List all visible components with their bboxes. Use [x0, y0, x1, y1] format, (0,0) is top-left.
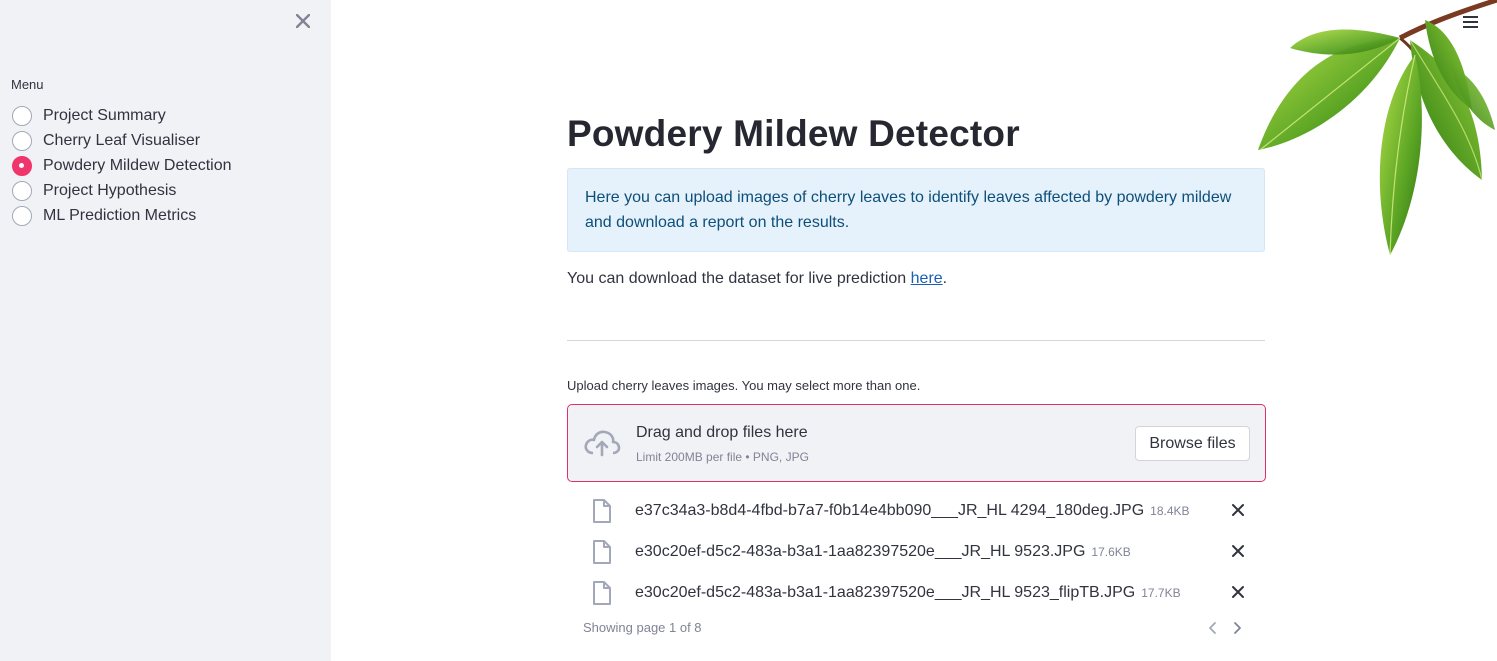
- file-row: e30c20ef-d5c2-483a-b3a1-1aa82397520e___J…: [567, 531, 1266, 572]
- menu-option-label: Powdery Mildew Detection: [43, 156, 232, 174]
- menu-option[interactable]: Project Summary: [12, 103, 232, 128]
- close-icon[interactable]: [1229, 542, 1247, 560]
- file-icon: [593, 540, 611, 564]
- radio-selected-icon[interactable]: [12, 155, 32, 176]
- file-name-wrap: e37c34a3-b8d4-4fbd-b7a7-f0b14e4bb090___J…: [635, 502, 1190, 520]
- menu-option[interactable]: Project Hypothesis: [12, 178, 232, 203]
- close-icon[interactable]: [293, 10, 313, 32]
- divider: [567, 340, 1265, 341]
- menu-option-label: Cherry Leaf Visualiser: [43, 131, 201, 149]
- browse-files-button[interactable]: Browse files: [1135, 426, 1250, 461]
- close-icon[interactable]: [1229, 501, 1247, 519]
- menu-option-label: Project Summary: [43, 106, 166, 124]
- file-row: e37c34a3-b8d4-4fbd-b7a7-f0b14e4bb090___J…: [567, 490, 1266, 531]
- uploaded-file-list: e37c34a3-b8d4-4fbd-b7a7-f0b14e4bb090___J…: [567, 490, 1266, 613]
- file-name: e37c34a3-b8d4-4fbd-b7a7-f0b14e4bb090___J…: [635, 502, 1145, 519]
- sidebar: Menu Project Summary Cherry Leaf Visualis…: [0, 0, 331, 661]
- cherry-leaves-image: [1258, 0, 1497, 256]
- file-row: e30c20ef-d5c2-483a-b3a1-1aa82397520e___J…: [567, 572, 1266, 613]
- pagination-text: Showing page 1 of 8: [583, 620, 702, 635]
- close-icon[interactable]: [1229, 583, 1247, 601]
- info-box: Here you can upload images of cherry lea…: [567, 168, 1265, 252]
- chevron-right-icon[interactable]: [1229, 619, 1245, 637]
- file-name-wrap: e30c20ef-d5c2-483a-b3a1-1aa82397520e___J…: [635, 543, 1131, 561]
- file-size: 17.7KB: [1141, 586, 1181, 600]
- file-size: 18.4KB: [1150, 504, 1190, 518]
- file-icon: [593, 581, 611, 605]
- file-dropzone[interactable]: Drag and drop files here Limit 200MB per…: [567, 404, 1266, 482]
- menu-option[interactable]: Cherry Leaf Visualiser: [12, 128, 232, 153]
- file-name: e30c20ef-d5c2-483a-b3a1-1aa82397520e___J…: [635, 584, 1136, 601]
- radio-unselected-icon[interactable]: [12, 130, 32, 151]
- radio-unselected-icon[interactable]: [12, 205, 32, 226]
- drop-title: Drag and drop files here: [636, 424, 808, 441]
- drop-limit-text: Limit 200MB per file • PNG, JPG: [636, 450, 809, 464]
- menu-option[interactable]: ML Prediction Metrics: [12, 203, 232, 228]
- file-icon: [593, 499, 611, 523]
- menu-option[interactable]: Powdery Mildew Detection: [12, 153, 232, 178]
- dataset-link[interactable]: here: [911, 270, 943, 287]
- cloud-upload-icon: [584, 430, 621, 457]
- dataset-suffix: .: [942, 270, 948, 287]
- menu-option-label: Project Hypothesis: [43, 181, 177, 199]
- upload-label: Upload cherry leaves images. You may sel…: [567, 378, 921, 393]
- hamburger-icon[interactable]: [1462, 12, 1480, 30]
- page-title: Powdery Mildew Detector: [567, 113, 1020, 154]
- file-name-wrap: e30c20ef-d5c2-483a-b3a1-1aa82397520e___J…: [635, 584, 1181, 602]
- radio-unselected-icon[interactable]: [12, 180, 32, 201]
- menu-option-label: ML Prediction Metrics: [43, 206, 197, 224]
- file-size: 17.6KB: [1091, 545, 1131, 559]
- dataset-download-line: You can download the dataset for live pr…: [567, 270, 947, 288]
- chevron-left-icon[interactable]: [1205, 619, 1221, 637]
- radio-unselected-icon[interactable]: [12, 105, 32, 126]
- menu-radio-group: Project Summary Cherry Leaf Visualiser Pow…: [12, 103, 232, 228]
- menu-label: Menu: [11, 77, 44, 92]
- dataset-text: You can download the dataset for live pr…: [567, 270, 911, 287]
- file-name: e30c20ef-d5c2-483a-b3a1-1aa82397520e___J…: [635, 543, 1086, 560]
